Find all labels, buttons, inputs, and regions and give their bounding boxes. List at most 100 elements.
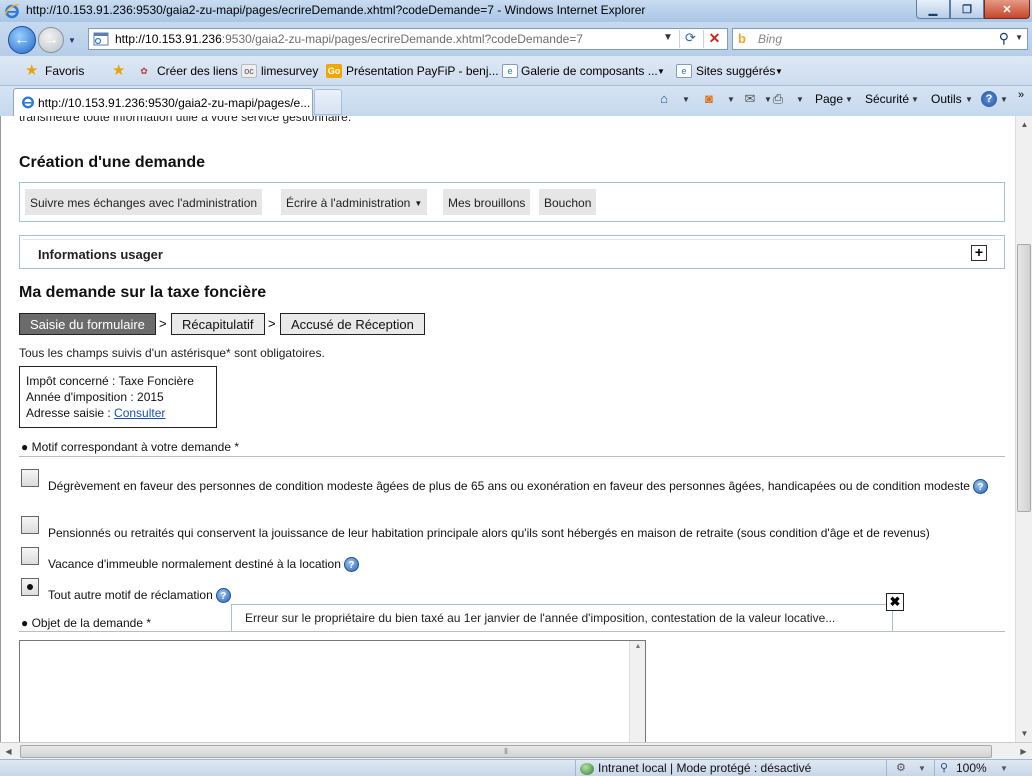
help-dropdown-icon[interactable]: ▼ xyxy=(1000,95,1008,104)
fav-link-suggested[interactable]: Sites suggérés xyxy=(696,64,775,78)
horizontal-scrollbar[interactable]: ◀ ⦀ ▶ xyxy=(0,742,1032,759)
scroll-thumb[interactable] xyxy=(1017,244,1031,512)
help-menu-icon[interactable]: ? xyxy=(981,91,997,107)
scroll-right-icon[interactable]: ▶ xyxy=(1015,743,1032,760)
reason-option-3-label: Vacance d'immeuble normalement destiné à… xyxy=(48,557,341,571)
page-content: transmettre toute information utile à vo… xyxy=(1,116,1015,742)
window-title: http://10.153.91.236:9530/gaia2-zu-mapi/… xyxy=(26,3,646,17)
step-summary: Récapitulatif xyxy=(171,313,265,335)
reason-option-1-label: Dégrèvement en faveur des personnes de c… xyxy=(48,479,970,493)
search-placeholder: Bing xyxy=(758,32,783,46)
chevron-more-icon[interactable]: » xyxy=(1018,89,1024,101)
reason-option-4-label: Tout autre motif de réclamation xyxy=(48,588,213,602)
refresh-icon[interactable]: ⟳ xyxy=(679,30,701,48)
consult-address-link[interactable]: Consulter xyxy=(114,406,165,420)
horizontal-scroll-thumb[interactable]: ⦀ xyxy=(20,745,992,758)
tax-line: Impôt concerné : Taxe Foncière xyxy=(26,374,194,388)
divider xyxy=(19,631,1005,632)
reason-option-1: Dégrèvement en faveur des personnes de c… xyxy=(22,478,997,495)
expand-plus-icon[interactable]: + xyxy=(971,245,987,261)
zoom-icon[interactable]: ⚲ xyxy=(940,761,948,774)
back-arrow-icon: ← xyxy=(14,31,30,48)
scroll-left-icon[interactable]: ◀ xyxy=(0,743,17,760)
help-tooltip: Erreur sur le propriétaire du bien taxé … xyxy=(231,604,893,632)
help-icon[interactable]: ? xyxy=(972,479,988,495)
url-dropdown-icon[interactable]: ▼ xyxy=(663,32,673,43)
step-separator: > xyxy=(159,316,167,331)
mail-icon[interactable]: ✉ xyxy=(741,91,759,107)
reason-option-3: Vacance d'immeuble normalement destiné à… xyxy=(22,556,997,573)
url-host: http://10.153.91.236 xyxy=(115,32,222,46)
page-menu[interactable]: Page xyxy=(815,92,843,106)
user-info-panel[interactable]: Informations usager + xyxy=(19,235,1005,269)
textarea-scrollbar[interactable]: ▲ xyxy=(629,641,645,742)
home-icon[interactable]: ⌂ xyxy=(655,91,673,107)
reason-label: ● Motif correspondant à votre demande * xyxy=(21,440,240,454)
suggested-dropdown-icon[interactable]: ▼ xyxy=(775,67,783,76)
menu-drafts[interactable]: Mes brouillons xyxy=(443,189,531,215)
favorites-button[interactable]: Favoris xyxy=(45,64,84,78)
add-favorite-icon[interactable]: ★ xyxy=(112,61,125,79)
tooltip-close-icon[interactable]: ✖ xyxy=(886,593,904,611)
limesurvey-icon: oc xyxy=(241,64,257,78)
zoom-dropdown-icon[interactable]: ▼ xyxy=(1000,764,1008,773)
internet-explorer-icon xyxy=(4,4,20,19)
tools-menu[interactable]: Outils xyxy=(931,92,962,106)
zoom-level[interactable]: 100% xyxy=(956,761,987,775)
menu-stub[interactable]: Bouchon xyxy=(539,189,597,215)
tools-menu-dropdown-icon[interactable]: ▼ xyxy=(965,95,973,104)
internet-explorer-tab-icon xyxy=(22,96,34,109)
bing-icon: b xyxy=(738,31,746,46)
object-textarea[interactable]: ▲ xyxy=(19,640,646,742)
fav-link-payfip[interactable]: Présentation PayFiP - benj... xyxy=(346,64,499,78)
minimize-button[interactable]: ▁ xyxy=(916,0,950,19)
url-path: :9530/gaia2-zu-mapi/pages/ecrireDemande.… xyxy=(221,32,583,46)
history-dropdown-icon[interactable]: ▼ xyxy=(68,36,76,45)
security-menu-dropdown-icon[interactable]: ▼ xyxy=(911,95,919,104)
step-separator: > xyxy=(268,316,276,331)
suggested-sites-icon: e xyxy=(676,64,692,78)
fav-link-creer[interactable]: Créer des liens xyxy=(157,64,238,78)
scroll-down-icon[interactable]: ▼ xyxy=(1016,725,1032,742)
forward-button[interactable]: → xyxy=(38,27,64,53)
search-icon[interactable]: ⚲ xyxy=(999,30,1009,47)
new-tab-button[interactable] xyxy=(314,89,342,115)
url-field[interactable]: http://10.153.91.236:9530/gaia2-zu-mapi/… xyxy=(88,28,728,50)
print-icon[interactable]: ⎙ xyxy=(769,91,787,107)
scroll-up-icon[interactable]: ▲ xyxy=(1016,116,1032,133)
vertical-scrollbar[interactable]: ▲ ▼ xyxy=(1015,116,1032,742)
protected-mode-icon[interactable]: ⚙ xyxy=(896,761,906,774)
tab-current[interactable]: http://10.153.91.236:9530/gaia2-zu-mapi/… xyxy=(13,88,313,116)
close-window-button[interactable]: ✕ xyxy=(984,0,1030,19)
galerie-dropdown-icon[interactable]: ▼ xyxy=(657,67,665,76)
feeds-dropdown-icon[interactable]: ▼ xyxy=(727,95,735,104)
payfip-icon: Go xyxy=(326,64,342,78)
back-button[interactable]: ← xyxy=(8,26,36,54)
reason-option-2: Pensionnés ou retraités qui conservent l… xyxy=(22,525,997,541)
scroll-up-icon[interactable]: ▲ xyxy=(630,643,646,650)
page-menu-dropdown-icon[interactable]: ▼ xyxy=(845,95,853,104)
home-dropdown-icon[interactable]: ▼ xyxy=(682,95,690,104)
help-icon[interactable]: ? xyxy=(343,557,359,573)
page-icon xyxy=(93,32,109,46)
tab-bar: http://10.153.91.236:9530/gaia2-zu-mapi/… xyxy=(0,86,1032,116)
fav-link-limesurvey[interactable]: limesurvey xyxy=(261,64,318,78)
menu-write-administration[interactable]: Écrire à l'administration ▼ xyxy=(281,189,428,215)
main-menu: Suivre mes échanges avec l'administratio… xyxy=(19,182,1005,222)
feeds-icon[interactable]: ◙ xyxy=(700,91,718,107)
menu-follow-exchanges[interactable]: Suivre mes échanges avec l'administratio… xyxy=(25,189,263,215)
search-field[interactable]: b Bing ⚲ ▼ xyxy=(732,28,1028,50)
stop-icon[interactable]: ✕ xyxy=(703,30,725,48)
intranet-zone-icon xyxy=(580,762,594,775)
tab-label: http://10.153.91.236:9530/gaia2-zu-mapi/… xyxy=(38,96,311,110)
security-menu[interactable]: Sécurité xyxy=(865,92,909,106)
print-dropdown-icon[interactable]: ▼ xyxy=(796,95,804,104)
maximize-button[interactable]: ❐ xyxy=(950,0,984,19)
fav-link-galerie[interactable]: Galerie de composants ... xyxy=(521,64,658,78)
protected-mode-dropdown-icon[interactable]: ▼ xyxy=(918,764,926,773)
status-bar: Intranet local | Mode protégé : désactiv… xyxy=(0,759,1032,776)
address-line: Adresse saisie : Consulter xyxy=(26,405,216,421)
step-receipt: Accusé de Réception xyxy=(280,313,425,335)
search-options-icon[interactable]: ▼ xyxy=(1015,33,1023,42)
help-icon[interactable]: ? xyxy=(215,588,231,604)
